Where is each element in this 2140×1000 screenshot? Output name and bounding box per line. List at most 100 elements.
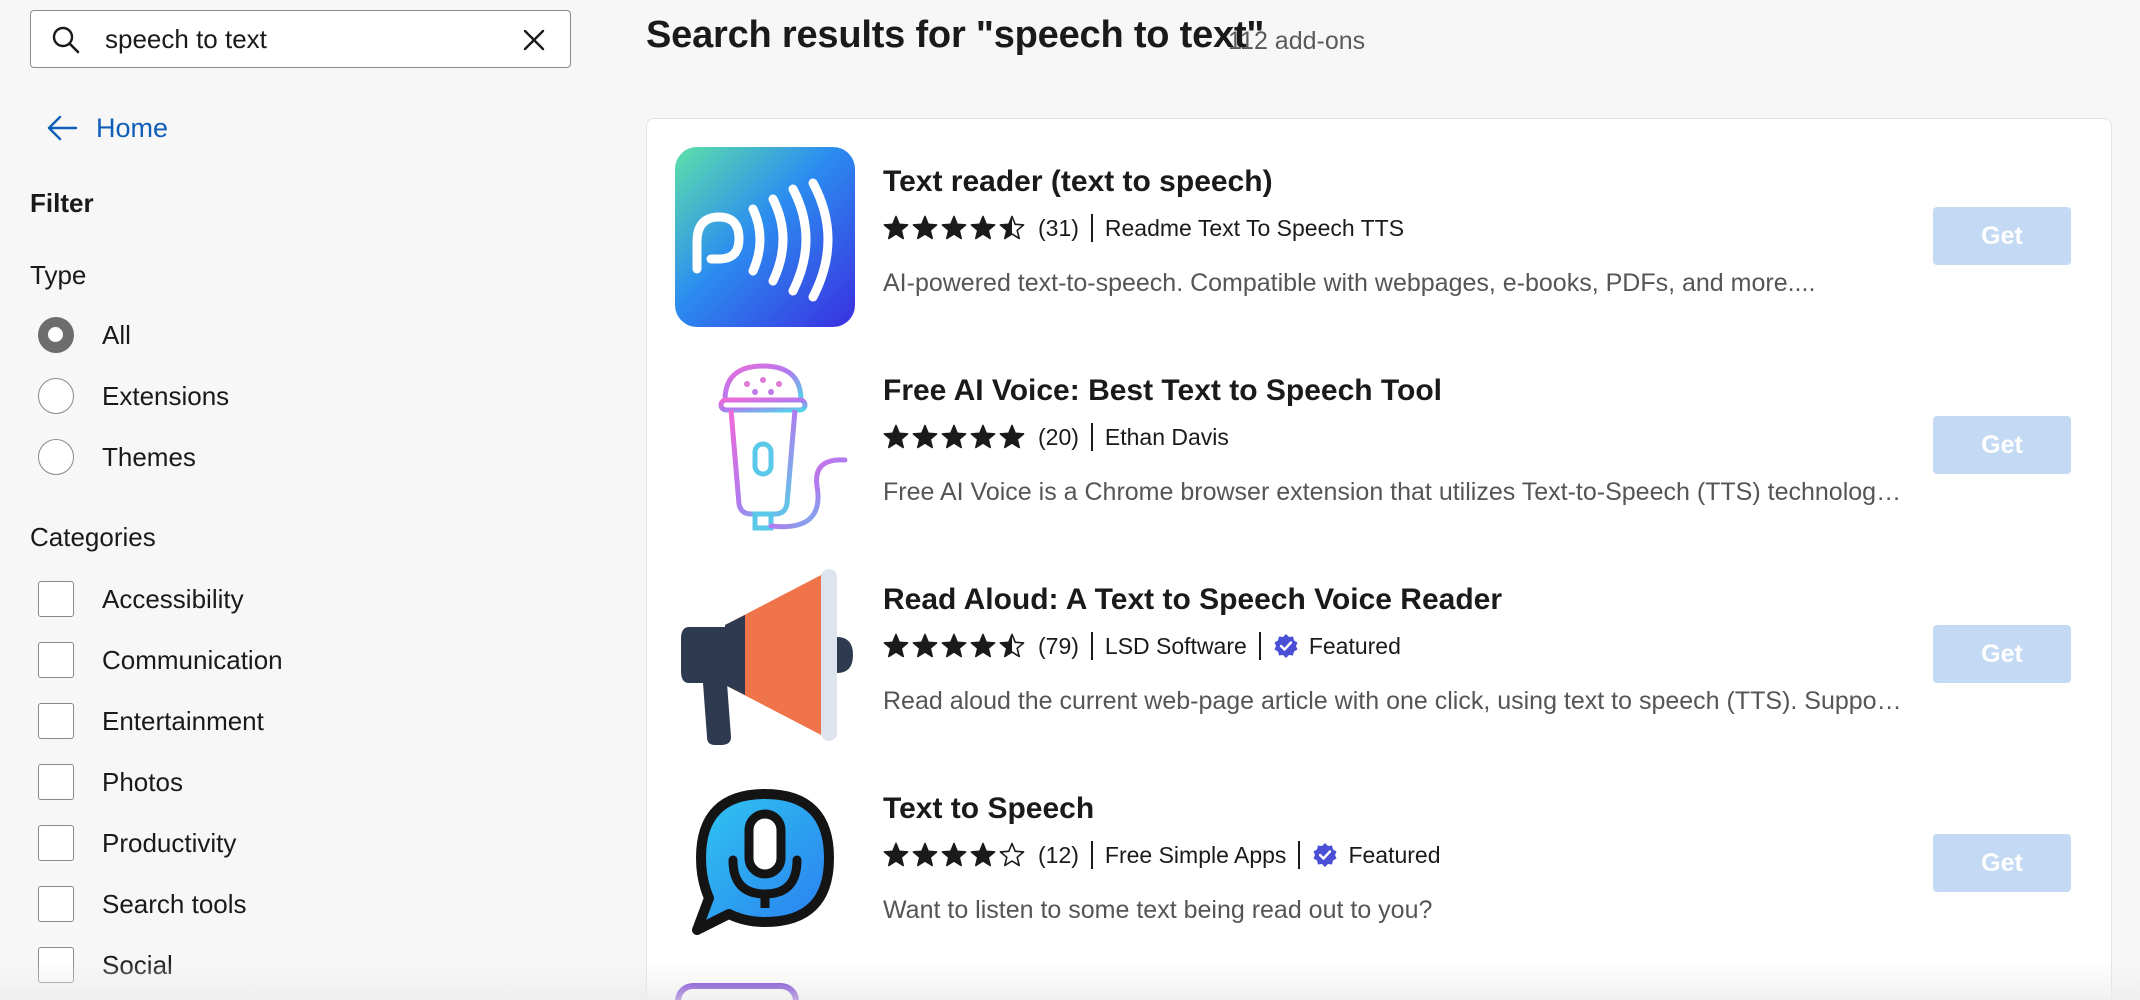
sidebar: Home Filter Type All Extensions Themes C… [0, 0, 600, 1000]
results-list: Text reader (text to speech) (31) Readme… [646, 118, 2112, 1000]
radio-all[interactable] [38, 317, 74, 353]
list-item[interactable]: Free AI Voice: Best Text to Speech Tool … [675, 356, 2085, 546]
featured-label: Featured [1348, 841, 1441, 868]
rating-stars [883, 842, 1028, 868]
item-name[interactable]: Text to Speech [883, 792, 1094, 826]
star-full-icon [912, 215, 938, 240]
item-name[interactable]: Read Aloud: A Text to Speech Voice Reade… [883, 583, 1502, 617]
review-count: (12) [1038, 841, 1079, 868]
back-arrow-icon [47, 115, 78, 141]
star-full-icon [941, 424, 967, 449]
star-full-icon [970, 424, 996, 449]
item-description: Free AI Voice is a Chrome browser extens… [883, 478, 1903, 506]
close-icon[interactable] [520, 26, 548, 54]
get-button[interactable]: Get [1933, 416, 2071, 474]
category-label: Search tools [102, 888, 247, 919]
home-link[interactable]: Home [46, 108, 168, 148]
next-item-thumbnail[interactable] [675, 983, 799, 1000]
featured-label: Featured [1308, 632, 1401, 659]
star-full-icon [941, 215, 967, 240]
category-communication[interactable]: Communication [38, 642, 283, 678]
featured-badge-icon [1274, 634, 1298, 658]
star-full-icon [912, 842, 938, 867]
get-button[interactable]: Get [1933, 625, 2071, 683]
publisher[interactable]: Readme Text To Speech TTS [1105, 215, 1404, 242]
item-name[interactable]: Free AI Voice: Best Text to Speech Tool [883, 374, 1442, 408]
radio-themes[interactable] [38, 439, 74, 475]
get-button[interactable]: Get [1933, 207, 2071, 265]
review-count: (31) [1038, 214, 1079, 241]
rating-stars [883, 215, 1028, 241]
star-full-icon [912, 424, 938, 449]
checkbox[interactable] [38, 947, 74, 983]
rating-stars [883, 424, 1028, 450]
publisher[interactable]: Ethan Davis [1105, 424, 1229, 451]
search-input[interactable] [105, 19, 505, 59]
item-meta: (31) Readme Text To Speech TTS [883, 211, 1404, 245]
radio-extensions[interactable] [38, 378, 74, 414]
category-social[interactable]: Social [38, 947, 173, 983]
category-productivity[interactable]: Productivity [38, 825, 236, 861]
publisher[interactable]: Free Simple Apps [1105, 842, 1287, 869]
search-icon [52, 26, 80, 54]
star-full-icon [883, 633, 909, 658]
list-item[interactable]: Text to Speech (12) Free Simple Apps Fea… [675, 774, 2085, 964]
category-accessibility[interactable]: Accessibility [38, 581, 244, 617]
separator [1090, 841, 1093, 869]
item-description: Read aloud the current web-page article … [883, 687, 1903, 715]
checkbox[interactable] [38, 886, 74, 922]
category-label: Social [102, 949, 173, 980]
separator [1090, 632, 1093, 660]
filter-heading: Filter [30, 188, 94, 218]
star-half-icon [999, 215, 1025, 240]
item-description: AI-powered text-to-speech. Compatible wi… [883, 269, 1816, 297]
type-option-extensions[interactable]: Extensions [38, 378, 229, 414]
microphone-icon[interactable] [675, 356, 855, 536]
type-option-all[interactable]: All [38, 317, 131, 353]
type-option-themes[interactable]: Themes [38, 439, 196, 475]
star-full-icon [941, 633, 967, 658]
speech-bubble-mic-icon[interactable] [675, 774, 855, 954]
checkbox[interactable] [38, 642, 74, 678]
category-search-tools[interactable]: Search tools [38, 886, 247, 922]
category-entertainment[interactable]: Entertainment [38, 703, 264, 739]
category-photos[interactable]: Photos [38, 764, 183, 800]
category-label: Accessibility [102, 583, 244, 614]
checkbox[interactable] [38, 764, 74, 800]
page: Home Filter Type All Extensions Themes C… [0, 0, 2140, 1000]
type-option-label: Themes [102, 441, 196, 472]
item-description: Want to listen to some text being read o… [883, 896, 1433, 924]
star-full-icon [970, 633, 996, 658]
type-option-label: All [102, 319, 131, 350]
star-half-icon [999, 633, 1025, 658]
star-full-icon [970, 842, 996, 867]
get-button[interactable]: Get [1933, 834, 2071, 892]
category-label: Entertainment [102, 705, 264, 736]
sound-wave-icon[interactable] [675, 147, 855, 327]
publisher[interactable]: LSD Software [1105, 633, 1247, 660]
type-heading: Type [30, 260, 87, 290]
item-meta: (20) Ethan Davis [883, 420, 1229, 454]
star-empty-icon [999, 842, 1025, 867]
megaphone-icon[interactable] [675, 565, 855, 745]
separator [1090, 423, 1093, 451]
results-count: 112 add-ons [1228, 27, 1366, 55]
list-item[interactable]: Read Aloud: A Text to Speech Voice Reade… [675, 565, 2085, 755]
categories-heading: Categories [30, 522, 156, 552]
category-label: Productivity [102, 827, 237, 858]
checkbox[interactable] [38, 703, 74, 739]
star-full-icon [941, 842, 967, 867]
star-full-icon [999, 424, 1025, 449]
checkbox[interactable] [38, 581, 74, 617]
search-box[interactable] [30, 10, 571, 68]
star-full-icon [883, 215, 909, 240]
list-item[interactable]: Text reader (text to speech) (31) Readme… [675, 147, 2085, 337]
category-label: Communication [102, 644, 283, 675]
separator [1298, 841, 1301, 869]
item-meta: (12) Free Simple Apps Featured [883, 838, 1441, 872]
checkbox[interactable] [38, 825, 74, 861]
item-meta: (79) LSD Software Featured [883, 629, 1401, 663]
results-title: Search results for "speech to text" [646, 14, 1265, 56]
star-full-icon [970, 215, 996, 240]
item-name[interactable]: Text reader (text to speech) [883, 165, 1273, 199]
